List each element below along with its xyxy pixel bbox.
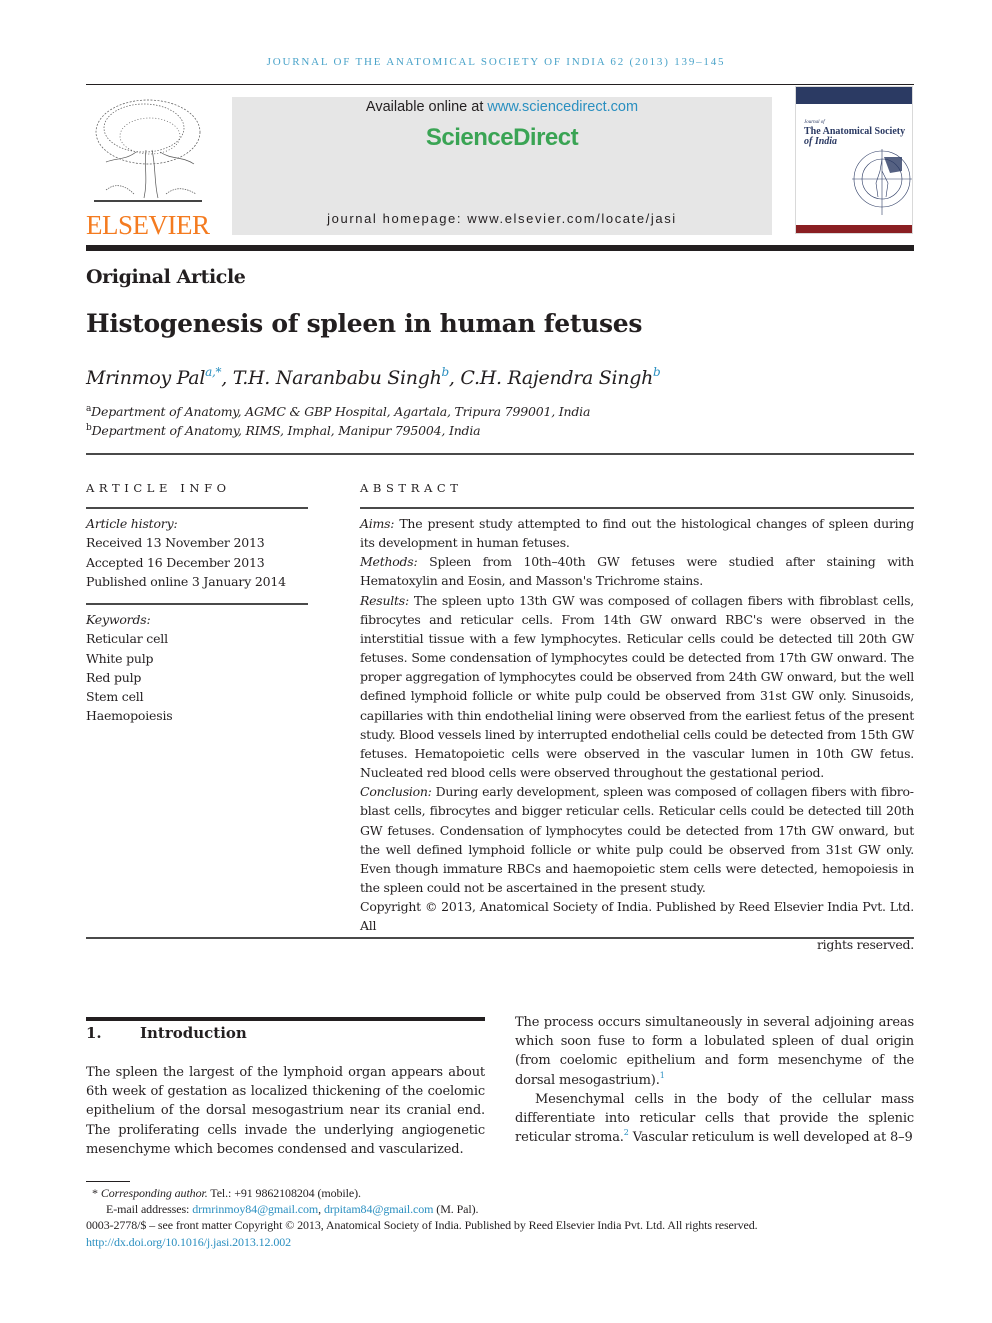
history-accepted: Accepted 16 December 2013	[86, 554, 265, 570]
abstract-section-label: Methods:	[360, 554, 418, 570]
author-name: C.H. Rajendra Singh	[460, 367, 654, 389]
journal-homepage: journal homepage: www.elsevier.com/locat…	[327, 211, 677, 226]
corresponding-author-note: * Corresponding author. Tel.: +91 986210…	[92, 1186, 361, 1201]
section-rule	[86, 1017, 485, 1021]
footnote-rule	[86, 1181, 130, 1182]
body-column-left: The spleen the largest of the lymphoid o…	[86, 1063, 485, 1159]
author-separator: ,	[221, 367, 233, 389]
abstract-methods: Methods: Spleen from 10th–40th GW fetuse…	[360, 552, 914, 590]
keyword: White pulp	[86, 650, 154, 666]
affiliation-text: Department of Anatomy, RIMS, Imphal, Man…	[91, 423, 481, 438]
abstract-section-label: Aims:	[360, 516, 395, 531]
keywords-divider	[86, 603, 308, 605]
abstract-heading: ABSTRACT	[360, 481, 463, 495]
reference-link[interactable]: 1	[660, 1071, 665, 1080]
keyword: Stem cell	[86, 689, 144, 705]
footnote-mark: *	[92, 1186, 98, 1200]
sciencedirect-link[interactable]: www.sciencedirect.com	[487, 99, 638, 115]
doi-link[interactable]: http://dx.doi.org/10.1016/j.jasi.2013.12…	[86, 1235, 291, 1250]
keyword: Haemopoiesis	[86, 708, 173, 724]
cover-title-line2: of India	[804, 136, 838, 147]
email-suffix: (M. Pal).	[433, 1202, 479, 1216]
keywords-label: Keywords:	[86, 612, 151, 627]
article-title: Histogenesis of spleen in human fetuses	[86, 309, 643, 338]
article-history-label: Article history:	[86, 516, 178, 531]
email-link[interactable]: drmrinmoy84@gmail.com	[192, 1202, 318, 1216]
abstract-aims: Aims: The present study attempted to fin…	[360, 514, 914, 552]
abstract-copyright: Copyright © 2013, Anatomical Society of …	[360, 899, 914, 934]
paragraph-text: Vascular reticulum is well developed at …	[628, 1130, 913, 1146]
author-affiliation-link[interactable]: b	[442, 365, 450, 379]
sciencedirect-logo: ScienceDirect	[425, 124, 579, 151]
history-published: Published online 3 January 2014	[86, 573, 286, 589]
article-type: Original Article	[86, 266, 246, 288]
cover-bottom-bar	[796, 225, 912, 233]
section-title: Introduction	[140, 1024, 247, 1042]
available-prefix: Available online at	[365, 99, 488, 115]
corresponding-phone: Tel.: +91 9862108204 (mobile).	[207, 1186, 361, 1200]
abstract-conclusion: Conclusion: During early development, sp…	[360, 782, 914, 897]
header-top-rule	[86, 84, 914, 85]
cover-top-bar	[796, 87, 912, 104]
author-affiliation-link[interactable]: b	[653, 365, 661, 379]
author-affiliation-link[interactable]: a,*	[205, 365, 221, 379]
issn-copyright-line: 0003-2778/$ – see front matter Copyright…	[86, 1218, 758, 1232]
author-list: Mrinmoy Pala,*, T.H. Naranbabu Singhb, C…	[86, 365, 661, 389]
corresponding-label: Corresponding author.	[100, 1186, 208, 1200]
paragraph: The process occurs simultaneously in sev…	[515, 1013, 914, 1090]
history-received: Received 13 November 2013	[86, 535, 265, 551]
author-separator: ,	[448, 367, 461, 389]
abstract-section-text: Spleen from 10th–40th GW fetuses were st…	[360, 554, 914, 589]
affiliation-text: Department of Anatomy, AGMC & GBP Hospit…	[91, 404, 591, 419]
abstract-section-label: Conclusion:	[360, 784, 432, 800]
email-link[interactable]: drpitam84@gmail.com	[324, 1202, 434, 1216]
abstract-section-label: Results:	[360, 592, 409, 608]
abstract-end-divider	[86, 937, 914, 939]
article-info-heading: ARTICLE INFO	[86, 481, 231, 495]
available-online-text: Available online at www.sciencedirect.co…	[232, 99, 772, 115]
abstract-section-text: During early development, spleen was com…	[360, 784, 914, 895]
keyword: Reticular cell	[86, 631, 168, 647]
paragraph: The spleen the largest of the lymphoid o…	[86, 1065, 485, 1157]
elsevier-wordmark: ELSEVIER	[86, 210, 210, 240]
tree-icon	[94, 99, 202, 202]
author-name: T.H. Naranbabu Singh	[232, 367, 442, 389]
paragraph-text: The process occurs simultaneously in sev…	[515, 1015, 914, 1088]
keyword: Red pulp	[86, 669, 142, 685]
abstract-results: Results: The spleen upto 13th GW was com…	[360, 591, 914, 783]
section-number: 1.	[86, 1024, 102, 1042]
cover-title: The Anatomical Society of India	[804, 127, 912, 147]
section-heading-introduction: 1. Introduction	[86, 1024, 247, 1042]
paragraph: Mesenchymal cells in the body of the cel…	[515, 1090, 914, 1148]
vitruvian-figure-icon	[852, 149, 912, 215]
running-head: Journal of the Anatomical Society of Ind…	[266, 56, 726, 68]
cover-small-label: Journal of	[804, 120, 825, 125]
affiliation-a: aDepartment of Anatomy, AGMC & GBP Hospi…	[86, 404, 590, 419]
header-thick-rule	[86, 245, 914, 251]
affiliation-b: bDepartment of Anatomy, RIMS, Imphal, Ma…	[86, 423, 481, 438]
abstract-body: Aims: The present study attempted to fin…	[360, 514, 914, 955]
abstract-section-text: The present study attempted to find out …	[360, 516, 914, 551]
abstract-divider	[360, 507, 914, 509]
affiliation-divider	[86, 453, 914, 455]
abstract-section-text: The spleen upto 13th GW was composed of …	[360, 592, 914, 781]
email-label: E-mail addresses:	[106, 1202, 193, 1216]
body-column-right: The process occurs simultaneously in sev…	[515, 1013, 914, 1147]
journal-cover-thumbnail: Journal of The Anatomical Society of Ind…	[795, 86, 913, 234]
email-addresses: E-mail addresses: drmrinmoy84@gmail.com,…	[106, 1202, 479, 1217]
article-history: Article history: Received 13 November 20…	[86, 514, 308, 591]
author-name: Mrinmoy Pal	[86, 367, 206, 389]
keywords-list: Keywords: Reticular cell White pulp Red …	[86, 610, 308, 726]
article-info-divider	[86, 507, 308, 509]
